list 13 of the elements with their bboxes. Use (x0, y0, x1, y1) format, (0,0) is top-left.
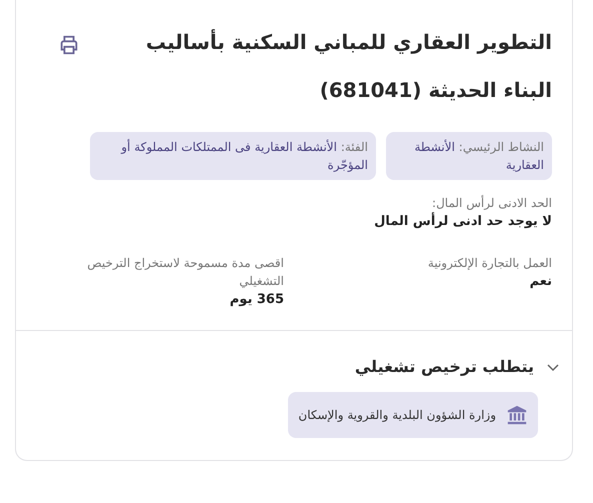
activity-title: التطوير العقاري للمباني السكنية بأساليب البناء الحديثة (681041) (144, 28, 552, 104)
print-icon[interactable] (58, 34, 80, 56)
authority-name: وزارة الشؤون البلدية والقروية والإسكان (298, 408, 496, 422)
category-tag: الفئة: الأنشطة العقارية فى الممتلكات المملوكة أو المؤجّرة (90, 132, 376, 180)
field-value: نعم (528, 273, 552, 291)
bank-icon (506, 404, 528, 426)
section-title[interactable]: يتطلب ترخيص تشغيلي (354, 357, 534, 376)
field-label: اقصى مدة مسموحة لاستخراج الترخيص التشغيلي (86, 255, 284, 290)
field-value: 365 يوم (228, 291, 284, 309)
field-value: لا يوجد حد ادنى لرأس المال (373, 212, 552, 231)
field-label: العمل بالتجارة الإلكترونية (426, 255, 552, 272)
field-label: الحد الادنى لرأس المال: (431, 194, 552, 212)
category-tag: النشاط الرئيسي: الأنشطة العقارية (386, 132, 552, 180)
